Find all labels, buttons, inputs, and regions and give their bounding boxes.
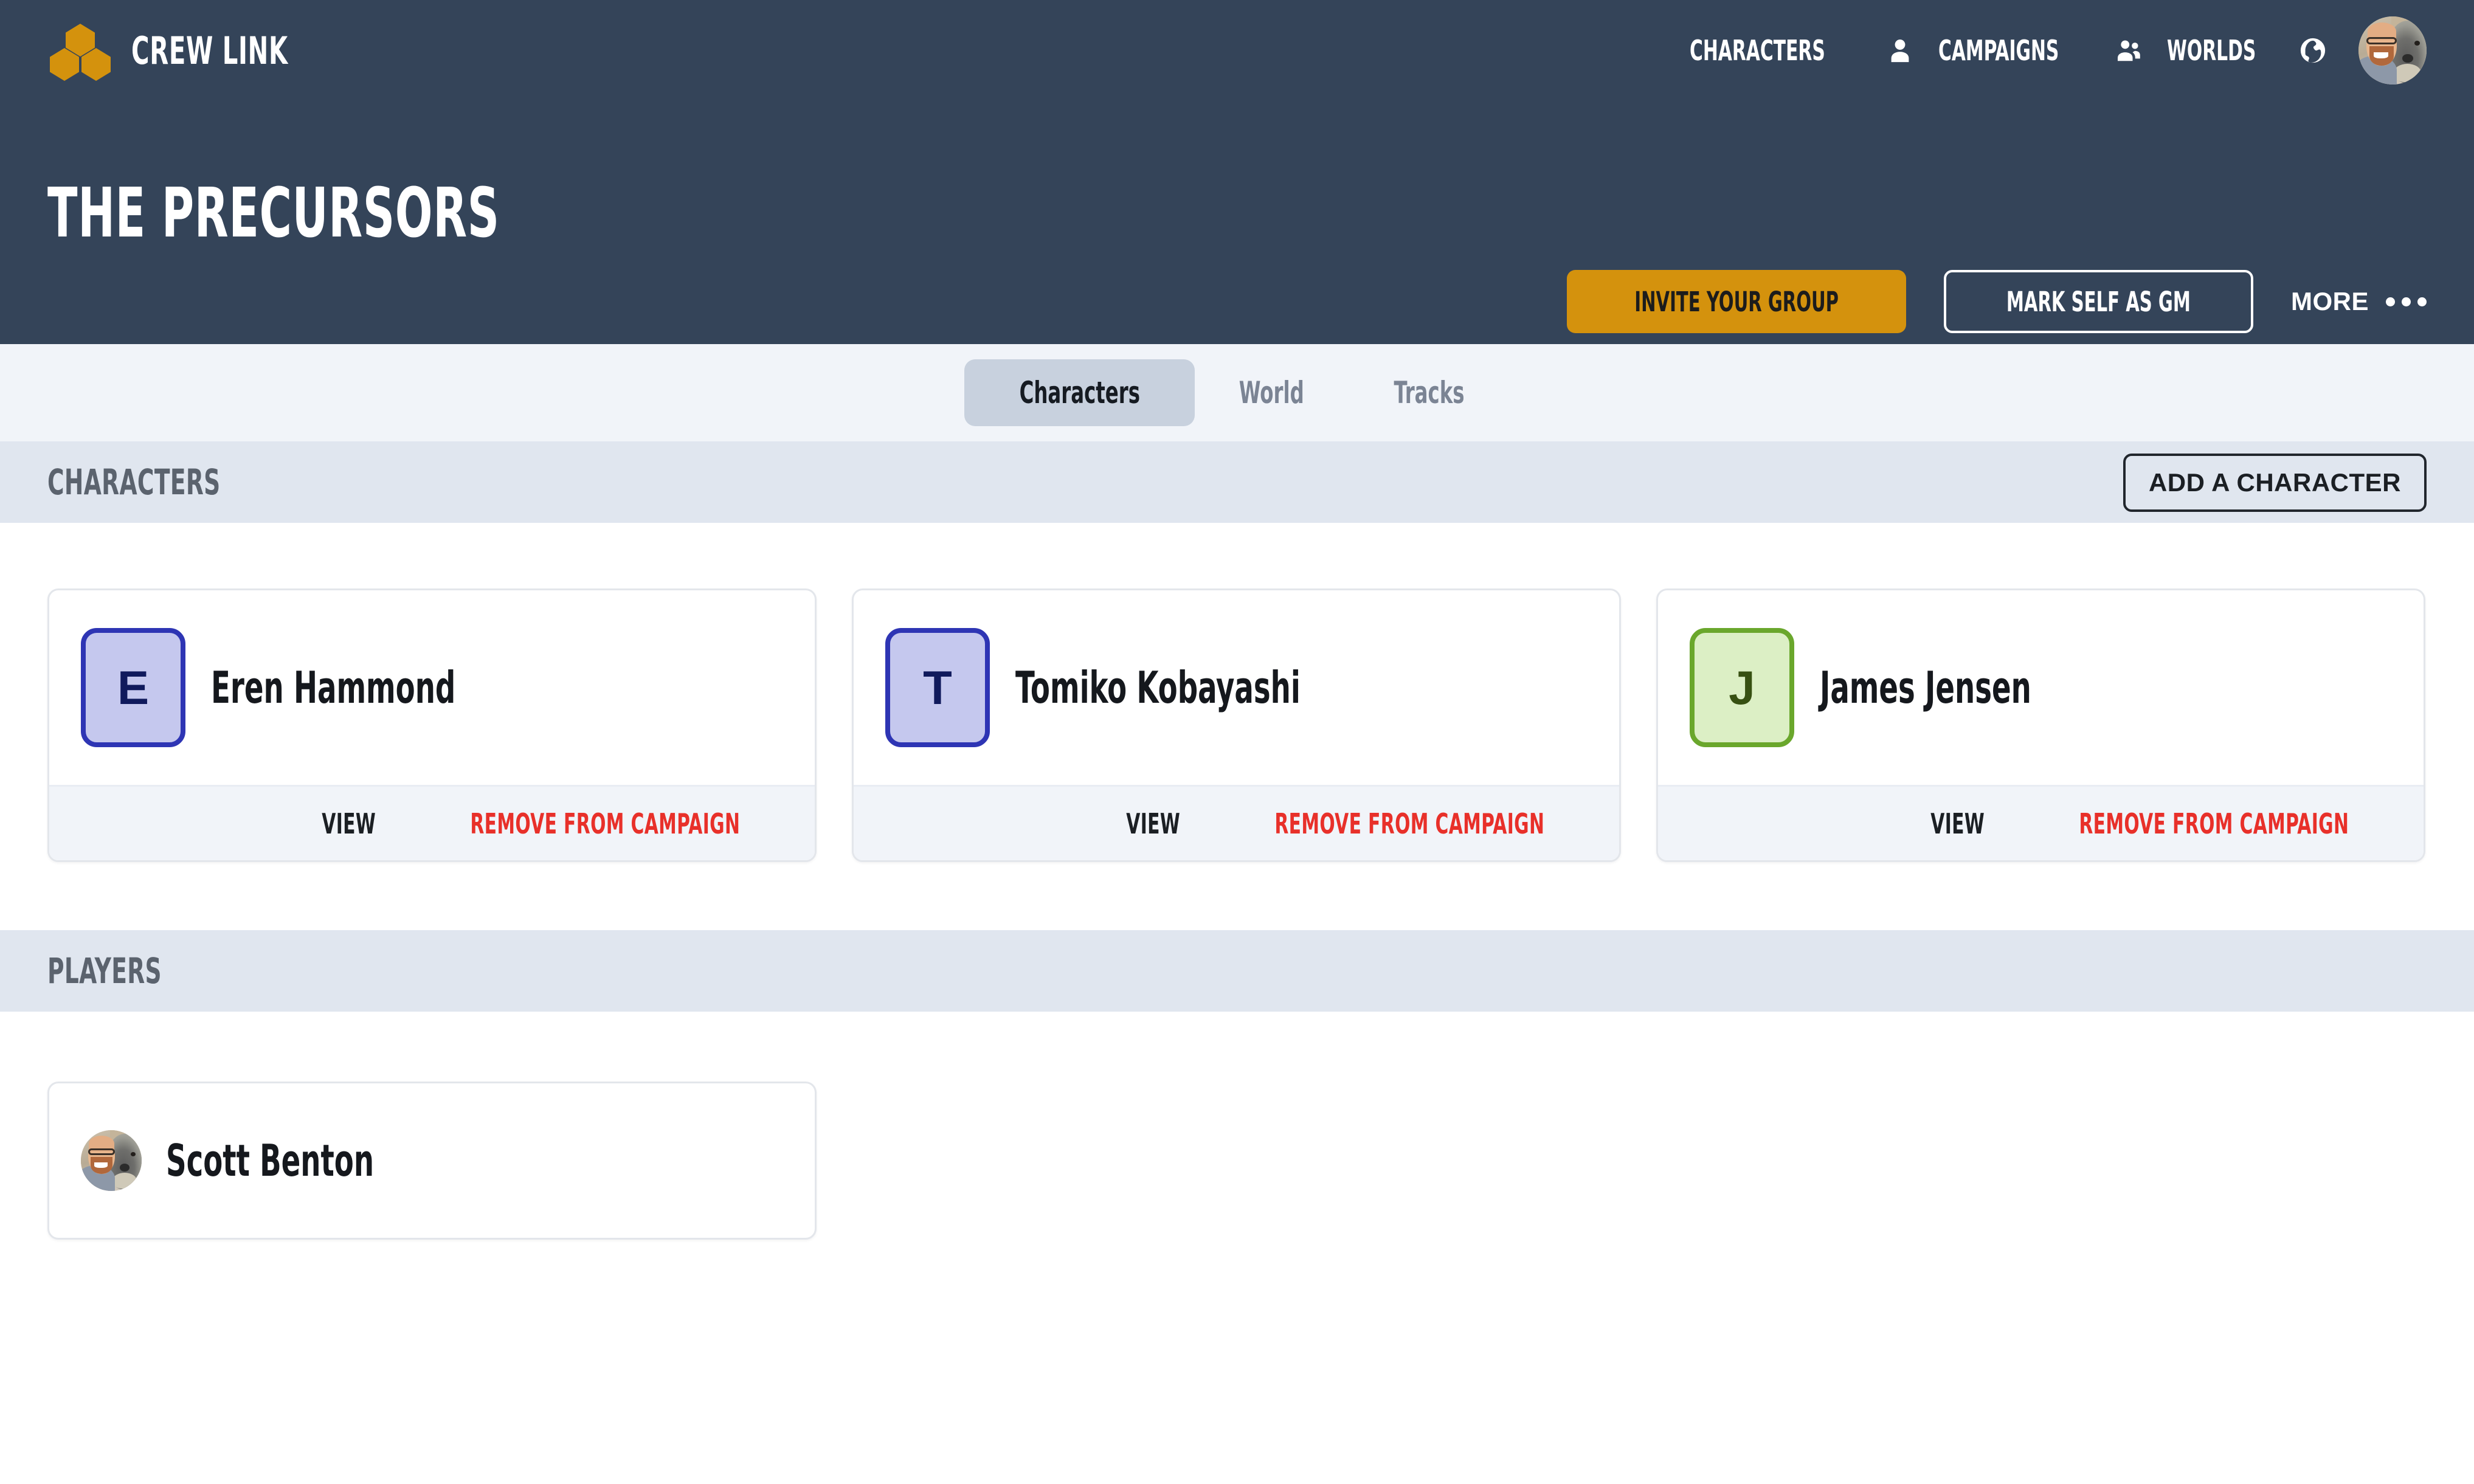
character-name: James Jensen <box>1820 662 2031 713</box>
nav-item-campaigns[interactable]: CAMPAIGNS <box>1938 34 2143 67</box>
character-card-footer: VIEW REMOVE FROM CAMPAIGN <box>854 785 1619 860</box>
page-title: THE PRECURSORS <box>47 174 500 253</box>
remove-from-campaign-link[interactable]: REMOVE FROM CAMPAIGN <box>471 807 741 840</box>
tab-characters[interactable]: Characters <box>964 359 1195 426</box>
nav-item-worlds-label: WORLDS <box>2167 34 2256 67</box>
user-avatar[interactable] <box>2358 16 2427 85</box>
tab-world[interactable]: World <box>1195 359 1349 426</box>
avatar-photo-dog-eye <box>2414 41 2420 46</box>
view-character-link[interactable]: VIEW <box>1126 807 1180 840</box>
tab-tracks-label: Tracks <box>1394 375 1465 410</box>
player-card-list: Scott Benton <box>47 1082 817 1240</box>
top-nav-links: CHARACTERS CAMPAIGNS WORLDS <box>1665 0 2427 101</box>
character-card-list: E Eren Hammond VIEW REMOVE FROM CAMPAIGN… <box>47 588 2427 862</box>
character-initial-avatar: E <box>81 628 185 747</box>
player-name: Scott Benton <box>166 1135 374 1186</box>
add-a-character-button[interactable]: ADD A CHARACTER <box>2123 454 2427 512</box>
invite-your-group-button[interactable]: INVITE YOUR GROUP <box>1567 270 1906 333</box>
nav-item-worlds[interactable]: WORLDS <box>2167 34 2327 67</box>
avatar-photo-dog-eye <box>131 1152 136 1156</box>
player-card[interactable]: Scott Benton <box>47 1082 817 1240</box>
tab-characters-label: Characters <box>1019 375 1139 410</box>
people-group-icon <box>2115 36 2143 64</box>
top-navigation-bar: CREW LINK CHARACTERS CAMPAIGNS WORLDS <box>0 0 2474 101</box>
character-initial: E <box>117 660 149 716</box>
character-card[interactable]: E Eren Hammond VIEW REMOVE FROM CAMPAIGN <box>47 588 817 862</box>
tab-strip: Characters World Tracks <box>0 344 2474 441</box>
remove-from-campaign-link[interactable]: REMOVE FROM CAMPAIGN <box>2079 807 2349 840</box>
page-header-actions: INVITE YOUR GROUP MARK SELF AS GM MORE <box>1567 270 2427 333</box>
mark-self-as-gm-label: MARK SELF AS GM <box>2006 286 2191 318</box>
player-avatar <box>81 1130 142 1191</box>
brand-name: CREW LINK <box>131 29 288 73</box>
remove-from-campaign-link[interactable]: REMOVE FROM CAMPAIGN <box>1275 807 1545 840</box>
character-card[interactable]: J James Jensen VIEW REMOVE FROM CAMPAIGN <box>1656 588 2425 862</box>
nav-item-campaigns-label: CAMPAIGNS <box>1938 34 2059 67</box>
character-card-body: T Tomiko Kobayashi <box>854 590 1619 785</box>
avatar-photo-glasses <box>2366 37 2396 44</box>
character-name: Eren Hammond <box>211 662 455 713</box>
characters-heading: CHARACTERS <box>47 461 221 503</box>
character-card[interactable]: T Tomiko Kobayashi VIEW REMOVE FROM CAMP… <box>852 588 1621 862</box>
players-heading: PLAYERS <box>47 950 162 992</box>
brand-logo[interactable]: CREW LINK <box>47 18 349 83</box>
avatar-photo-glasses <box>88 1148 115 1155</box>
character-card-body: E Eren Hammond <box>49 590 815 785</box>
hexagon-cluster-icon <box>47 18 113 83</box>
character-name: Tomiko Kobayashi <box>1015 662 1301 713</box>
avatar-photo-smile <box>2374 52 2389 58</box>
more-button[interactable]: MORE <box>2291 287 2427 316</box>
avatar-photo-dog-chin <box>2394 64 2421 81</box>
ellipsis-horizontal-icon <box>2386 297 2427 306</box>
more-button-label: MORE <box>2291 287 2369 316</box>
view-character-link[interactable]: VIEW <box>1930 807 1985 840</box>
characters-section-header: CHARACTERS ADD A CHARACTER <box>0 441 2474 523</box>
avatar-photo-dog-nose <box>2402 54 2413 63</box>
invite-your-group-label: INVITE YOUR GROUP <box>1634 286 1839 318</box>
mark-self-as-gm-button[interactable]: MARK SELF AS GM <box>1944 270 2253 333</box>
character-initial-avatar: J <box>1690 628 1794 747</box>
character-card-footer: VIEW REMOVE FROM CAMPAIGN <box>49 785 815 860</box>
add-a-character-label: ADD A CHARACTER <box>2149 468 2401 497</box>
tab-world-label: World <box>1239 375 1304 410</box>
character-card-body: J James Jensen <box>1658 590 2424 785</box>
character-initial: J <box>1729 660 1755 716</box>
character-initial-avatar: T <box>885 628 990 747</box>
avatar-photo-dog-nose <box>120 1164 130 1172</box>
nav-item-characters[interactable]: CHARACTERS <box>1690 34 1915 67</box>
globe-icon <box>2299 36 2327 64</box>
character-initial: T <box>923 660 952 716</box>
players-section-header: PLAYERS <box>0 930 2474 1012</box>
avatar-photo-dog-chin <box>112 1173 137 1189</box>
nav-item-characters-label: CHARACTERS <box>1690 34 1825 67</box>
character-card-footer: VIEW REMOVE FROM CAMPAIGN <box>1658 785 2424 860</box>
tab-tracks[interactable]: Tracks <box>1349 359 1510 426</box>
avatar-photo-smile <box>94 1162 108 1168</box>
person-icon <box>1886 36 1914 64</box>
page-header: THE PRECURSORS INVITE YOUR GROUP MARK SE… <box>0 101 2474 344</box>
view-character-link[interactable]: VIEW <box>322 807 376 840</box>
